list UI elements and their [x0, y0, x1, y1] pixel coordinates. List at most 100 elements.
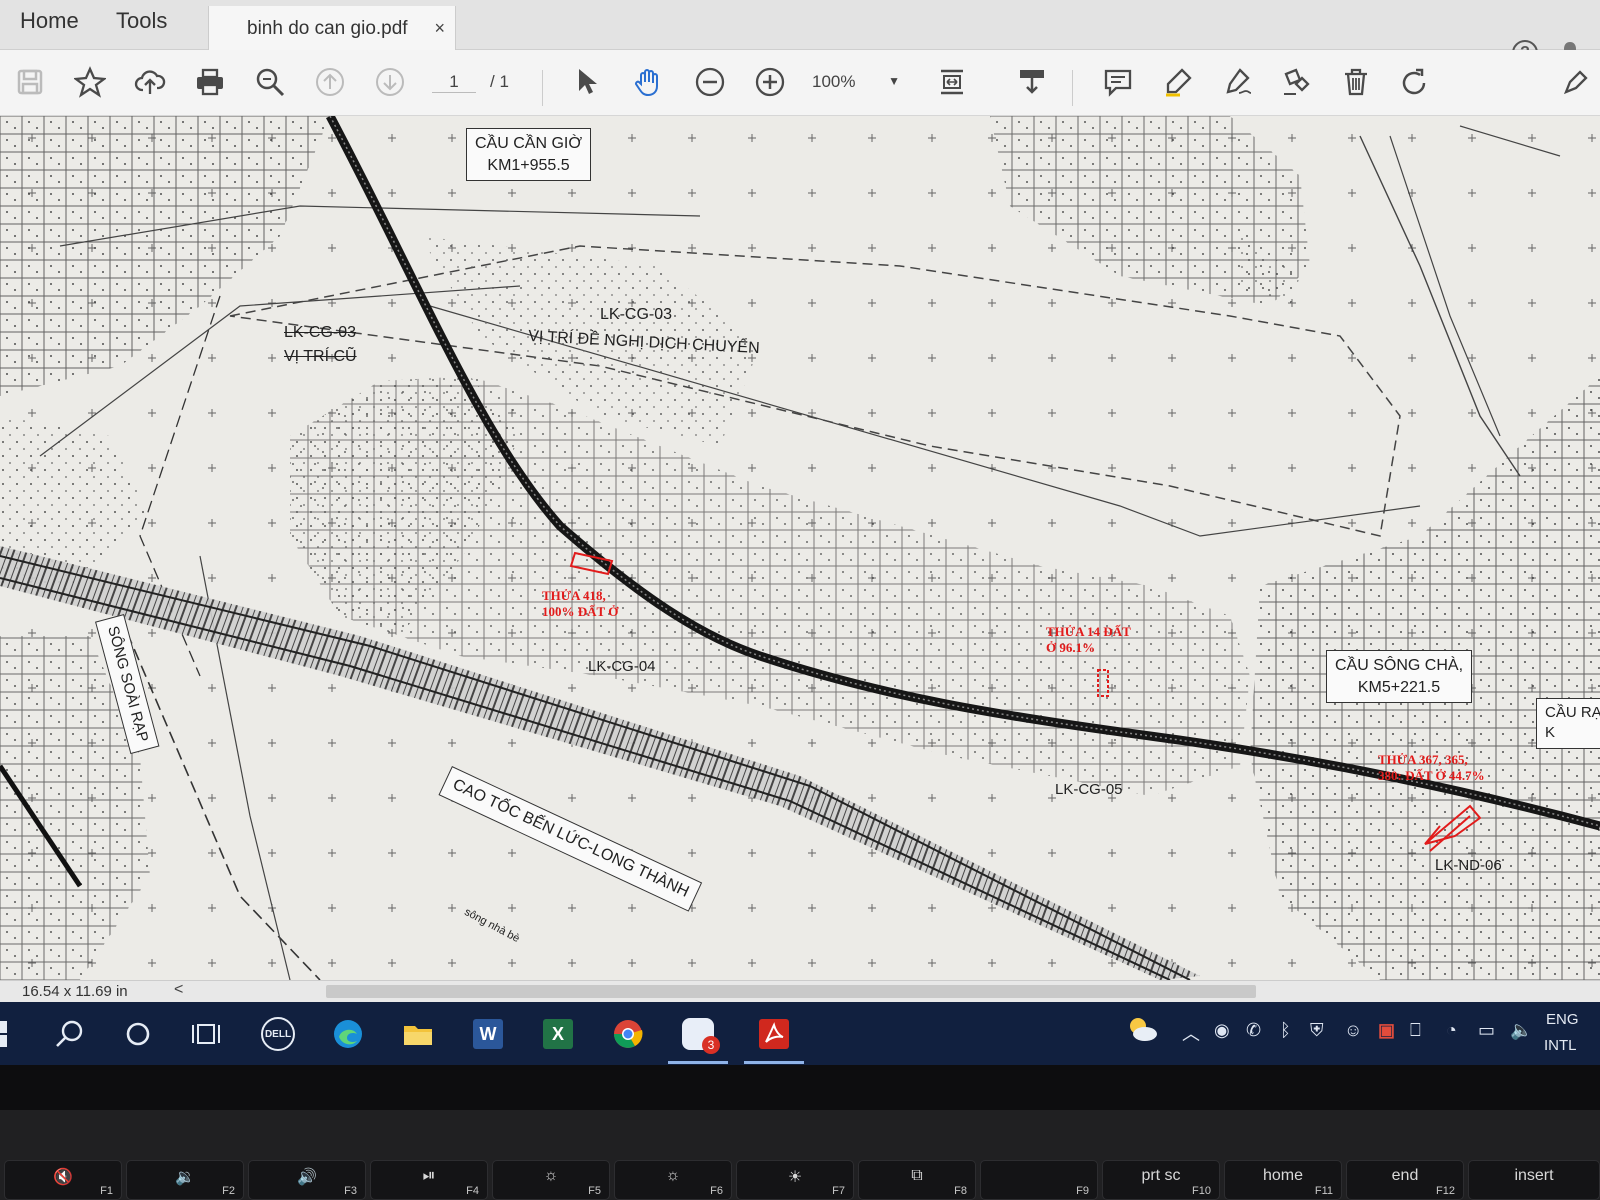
next-page-icon[interactable]	[370, 62, 410, 102]
key-fn-label: F1	[100, 1185, 113, 1197]
volume-mute-icon[interactable]: 🔈	[1510, 1020, 1532, 1041]
key-label: 🔊	[297, 1169, 317, 1186]
draw-pen-icon[interactable]	[1218, 62, 1258, 102]
highlight-pen-icon[interactable]	[1158, 62, 1198, 102]
document-tab[interactable]: binh do can gio.pdf ×	[208, 6, 456, 50]
security-shield-icon[interactable]: ⛨	[1310, 1020, 1324, 1041]
page-total: / 1	[490, 72, 509, 91]
key-f2: 🔉 F2	[126, 1160, 244, 1200]
key-f12: end F12	[1346, 1160, 1464, 1200]
key-f8: ⧉ F8	[858, 1160, 976, 1200]
zoom-out-icon[interactable]	[690, 62, 730, 102]
delete-trash-icon[interactable]	[1336, 62, 1376, 102]
key-label: ⧉	[911, 1167, 923, 1184]
laptop-screen: Home Tools binh do can gio.pdf × ?	[0, 0, 1600, 1065]
file-explorer-icon[interactable]	[396, 1012, 440, 1056]
laptop-bezel	[0, 1065, 1600, 1110]
lk-cg-03-old-note: VỊ TRÍ CŨ	[284, 348, 357, 365]
tools-tab[interactable]: Tools	[116, 8, 167, 34]
parcel-14-title: THỬA 14 ĐẤT	[1046, 624, 1131, 639]
bridge-ra-name: CẦU RẠ	[1545, 704, 1600, 721]
close-icon[interactable]: ×	[434, 18, 445, 39]
device-icon[interactable]: ⎕	[1410, 1020, 1421, 1041]
bridge-can-gio-label: CẦU CẦN GIỜ KM1+955.5	[466, 128, 592, 182]
save-icon[interactable]	[10, 62, 50, 102]
key-fn-label: F5	[588, 1185, 601, 1197]
scroll-left-arrow[interactable]: <	[174, 981, 183, 999]
document-viewport[interactable]: CẦU CẦN GIỜ KM1+955.5 LK-CG-03 VỊ TRÍ CŨ…	[0, 116, 1600, 980]
key-label: home	[1262, 1167, 1304, 1184]
chrome-icon[interactable]	[606, 1012, 650, 1056]
parcel-367-title: THỬA 367, 365,	[1378, 752, 1468, 767]
parcel-367-label: THỬA 367, 365, 380: ĐẤT Ở 44.7%	[1378, 752, 1485, 785]
lk-cg-03-old-code: LK-CG-03	[284, 324, 357, 341]
key-f11: home F11	[1224, 1160, 1342, 1200]
toolbar-divider	[542, 70, 543, 106]
zalo-logo: 3	[682, 1018, 720, 1054]
sign-pen-icon[interactable]	[1556, 62, 1596, 102]
viber-icon[interactable]: ✆	[1246, 1020, 1261, 1041]
toolbar: 1 / 1 100% ▼	[0, 50, 1600, 116]
lk-cg-05-label: LK-CG-05	[1055, 781, 1123, 798]
windows-start-icon[interactable]	[0, 1012, 34, 1056]
zoom-in-icon[interactable]	[750, 62, 790, 102]
bridge-can-gio-name: CẦU CẦN GIỜ	[475, 135, 583, 152]
battery-icon[interactable]: ▭	[1478, 1020, 1495, 1041]
input-language[interactable]: ENG	[1546, 1011, 1579, 1028]
cortana-icon[interactable]	[116, 1012, 160, 1056]
antivirus-icon[interactable]: ▣	[1378, 1020, 1395, 1041]
key-f1: 🔇 F1	[4, 1160, 122, 1200]
search-zoom-icon[interactable]	[250, 62, 290, 102]
tab-bar: Home Tools binh do can gio.pdf ×	[0, 0, 1600, 50]
key-fn-label: F12	[1436, 1185, 1455, 1197]
key-label: 🔉	[175, 1169, 195, 1186]
dell-app-icon[interactable]: DELL	[256, 1012, 300, 1056]
chevron-up-icon[interactable]: ︿	[1182, 1020, 1200, 1046]
tray-app-icon[interactable]: ◉	[1214, 1020, 1230, 1041]
upload-cloud-icon[interactable]	[130, 62, 170, 102]
taskbar: DELL W X 3 ︿ ◉ ✆ ᛒ ⛨ ☺ ▣ ⎕ ◔ ▭ 🔈 ENG INT…	[0, 1002, 1600, 1065]
dell-logo: DELL	[261, 1017, 295, 1051]
weather-icon[interactable]	[1126, 1014, 1158, 1049]
key-f9: F9	[980, 1160, 1098, 1200]
undo-rotate-icon[interactable]	[1394, 62, 1434, 102]
previous-page-icon[interactable]	[310, 62, 350, 102]
word-icon[interactable]: W	[466, 1012, 510, 1056]
wifi-icon[interactable]: ◔	[1446, 1020, 1457, 1041]
user-avatar-icon[interactable]: ☺	[1344, 1020, 1362, 1041]
key-fn-label: F8	[954, 1185, 967, 1197]
horizontal-scrollbar[interactable]	[326, 985, 1256, 998]
key-f5: ☼ F5	[492, 1160, 610, 1200]
key-label: insert	[1514, 1167, 1554, 1184]
hand-tool-icon[interactable]	[628, 62, 668, 102]
acrobat-reader-icon[interactable]	[744, 1012, 804, 1064]
home-tab[interactable]: Home	[20, 8, 79, 34]
excel-icon[interactable]: X	[536, 1012, 580, 1056]
input-layout[interactable]: INTL	[1544, 1037, 1577, 1054]
key-f6: ☼ F6	[614, 1160, 732, 1200]
bluetooth-icon[interactable]: ᛒ	[1280, 1020, 1291, 1041]
toolbar-divider	[1072, 70, 1073, 106]
bridge-ra-km: K	[1545, 724, 1556, 742]
fit-page-icon[interactable]	[932, 62, 972, 102]
key-fn-label: F4	[466, 1185, 479, 1197]
key-fn-label: F9	[1076, 1185, 1089, 1197]
bridge-ra-label: CẦU RẠ K	[1536, 698, 1600, 749]
zoom-level-value: 100%	[812, 72, 856, 91]
scroll-mode-icon[interactable]	[1012, 62, 1052, 102]
excel-logo: X	[543, 1019, 573, 1049]
zoom-level-select[interactable]: 100% ▼	[812, 72, 904, 100]
parcel-418-label: THỬA 418, 100% ĐẤT Ở	[542, 588, 618, 621]
page-number-input[interactable]: 1	[432, 72, 476, 93]
zalo-icon[interactable]: 3	[668, 1012, 728, 1064]
search-icon[interactable]	[48, 1012, 92, 1056]
bookmark-star-icon[interactable]	[70, 62, 110, 102]
print-icon[interactable]	[190, 62, 230, 102]
key-fn-label: F11	[1314, 1185, 1333, 1197]
select-pointer-icon[interactable]	[566, 62, 606, 102]
task-view-icon[interactable]	[184, 1012, 228, 1056]
comment-icon[interactable]	[1098, 62, 1138, 102]
edge-browser-icon[interactable]	[326, 1012, 370, 1056]
parcel-14-label: THỬA 14 ĐẤT Ở 96.1%	[1046, 624, 1131, 657]
stamp-edit-icon[interactable]	[1276, 62, 1316, 102]
